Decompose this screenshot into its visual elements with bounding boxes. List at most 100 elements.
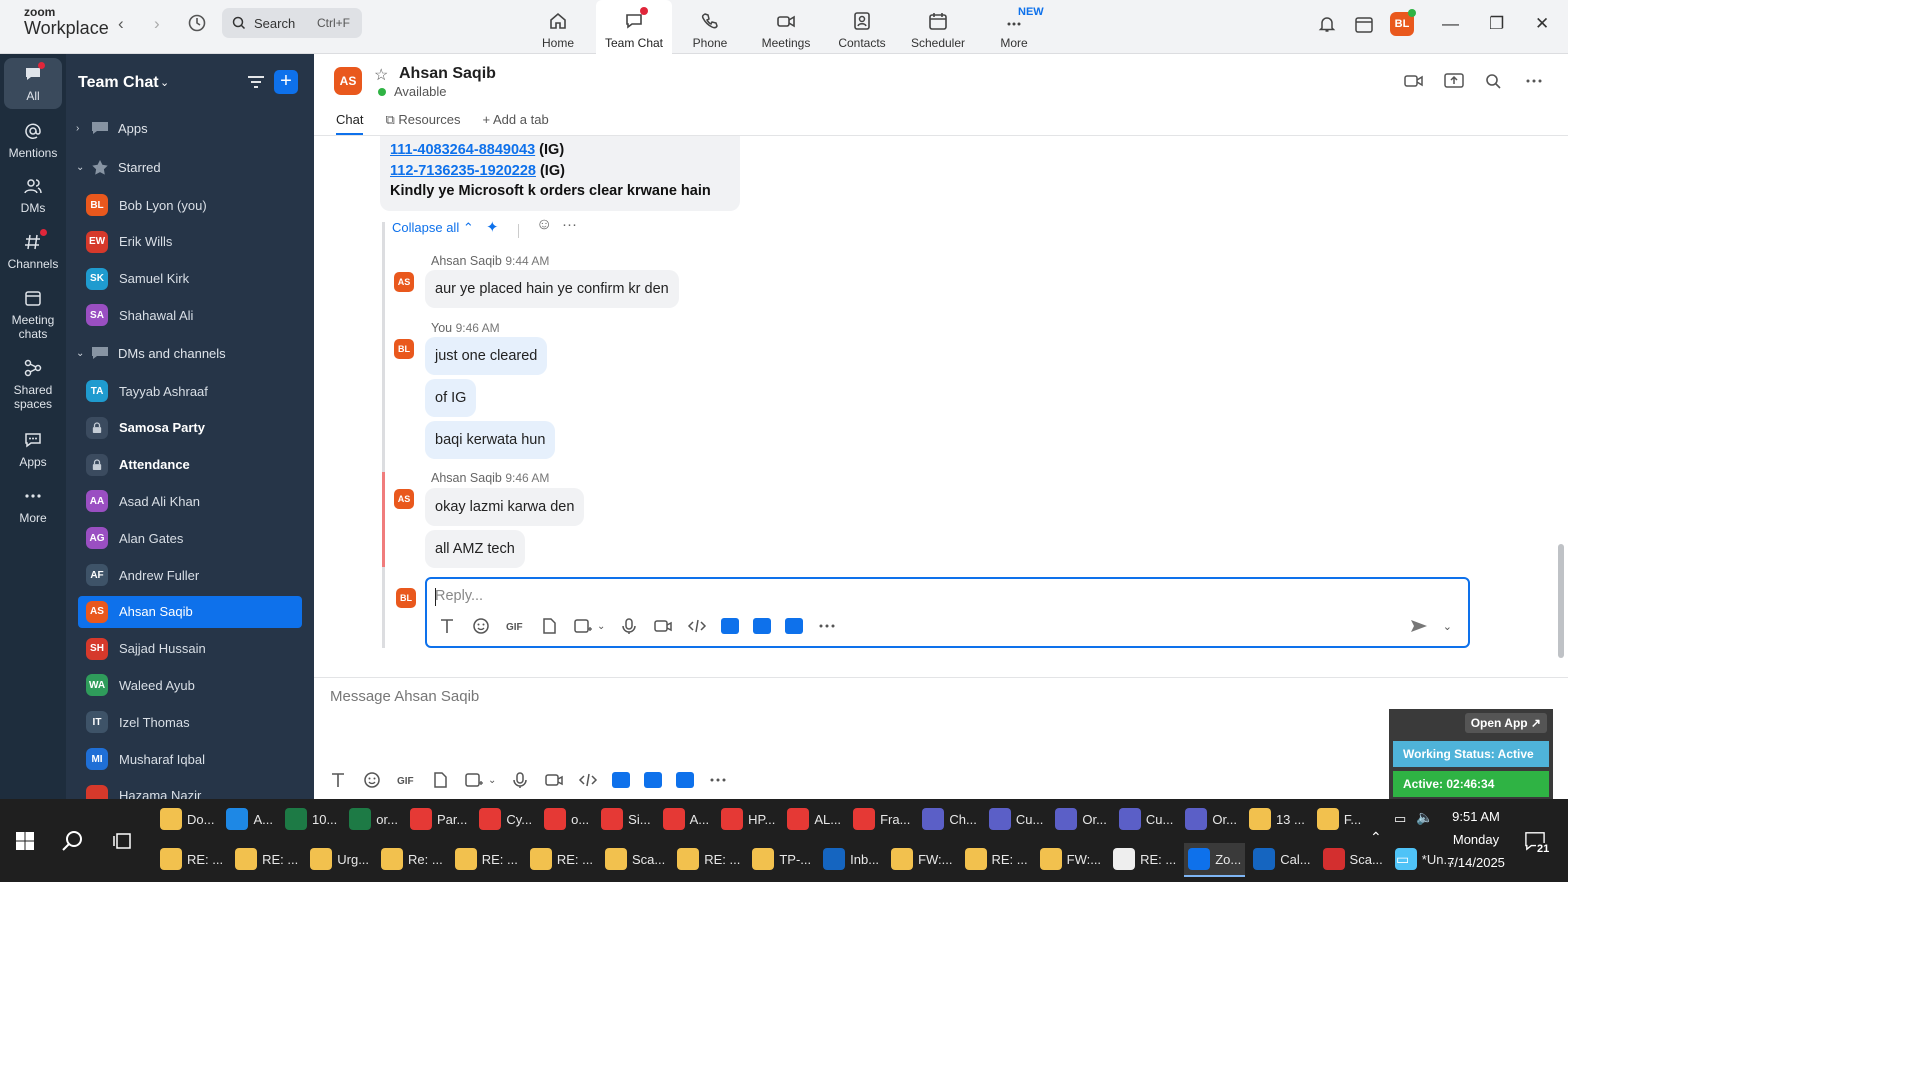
rail-item-all[interactable]: All xyxy=(4,58,62,109)
taskbar-app[interactable]: Zo... xyxy=(1184,843,1246,877)
battery-icon[interactable]: ▭ xyxy=(1394,811,1406,827)
taskbar-app[interactable]: TP-... xyxy=(748,843,815,877)
tab-chat[interactable]: Chat xyxy=(336,112,364,135)
taskbar-app[interactable]: RE: ... xyxy=(961,843,1032,877)
ai-sparkle-icon[interactable]: ✦ xyxy=(486,218,499,236)
tab-resources[interactable]: ⧉ Resources xyxy=(385,112,460,135)
sidebar-item[interactable]: SA Shahawal Ali xyxy=(78,299,302,331)
taskbar-app[interactable]: Cu... xyxy=(985,803,1047,837)
section-starred[interactable]: ⌄ Starred xyxy=(76,159,161,175)
network-icon[interactable]: ▭ xyxy=(1396,851,1409,868)
sidebar-item[interactable]: Attendance xyxy=(78,449,302,481)
contact-avatar[interactable]: AS xyxy=(334,67,362,95)
taskbar-app[interactable]: Ch... xyxy=(918,803,980,837)
order-link[interactable]: 112-7136235-1920228 xyxy=(390,163,536,179)
app-icon[interactable] xyxy=(785,618,804,634)
taskbar-app[interactable]: Do... xyxy=(156,803,218,837)
gif-icon[interactable]: GIF xyxy=(396,771,416,789)
open-app-button[interactable]: Open App ↗ xyxy=(1464,713,1547,733)
sidebar-item[interactable]: BL Bob Lyon (you) xyxy=(78,189,302,221)
notification-center[interactable]: 21 xyxy=(1524,831,1551,855)
taskbar-app[interactable]: Cy... xyxy=(475,803,536,837)
taskbar-app[interactable]: FW:... xyxy=(1036,843,1105,877)
more-dots-icon[interactable] xyxy=(708,771,728,789)
tab-add[interactable]: + Add a tab xyxy=(483,112,549,135)
taskbar-app[interactable]: o... xyxy=(540,803,593,837)
code-icon[interactable] xyxy=(578,771,598,789)
more-dots-icon[interactable] xyxy=(1524,72,1544,90)
taskbar-app[interactable]: AL... xyxy=(783,803,845,837)
sidebar-item[interactable]: AS Ahsan Saqib xyxy=(78,595,302,628)
taskbar-app[interactable]: RE: ... xyxy=(1109,843,1180,877)
sidebar-item[interactable]: EW Erik Wills xyxy=(78,226,302,258)
minimize-icon[interactable]: — xyxy=(1442,14,1459,34)
search-icon[interactable] xyxy=(61,829,85,853)
order-link[interactable]: 111-4083264-8849043 xyxy=(390,142,535,158)
tab-phone[interactable]: Phone xyxy=(672,0,748,54)
taskbar-app[interactable]: Cu... xyxy=(1115,803,1177,837)
sidebar-item[interactable]: IT Izel Thomas xyxy=(78,706,302,738)
app-icon[interactable] xyxy=(721,618,740,634)
taskbar-app[interactable]: RE: ... xyxy=(231,843,302,877)
taskbar-app[interactable]: Urg... xyxy=(306,843,373,877)
chevron-up-icon[interactable]: ⌃ xyxy=(1370,829,1382,846)
message-composer[interactable]: Message Ahsan Saqib GIF ⌄ xyxy=(314,677,1568,799)
tab-home[interactable]: Home xyxy=(520,0,596,54)
screenshot-icon[interactable] xyxy=(464,771,484,789)
taskbar-app[interactable]: RE: ... xyxy=(673,843,744,877)
add-reaction-icon[interactable]: ☺ xyxy=(536,216,552,234)
send-icon[interactable] xyxy=(1409,617,1429,635)
gif-icon[interactable]: GIF xyxy=(505,617,525,635)
sidebar-item[interactable]: Samosa Party xyxy=(78,412,302,444)
taskbar-app[interactable]: Par... xyxy=(406,803,471,837)
taskbar-app[interactable]: Fra... xyxy=(849,803,914,837)
taskbar-app[interactable]: RE: ... xyxy=(451,843,522,877)
message-bubble[interactable]: baqi kerwata hun xyxy=(425,421,556,459)
message-bubble[interactable]: okay lazmi karwa den xyxy=(425,488,585,526)
sender-avatar[interactable]: AS xyxy=(394,489,414,509)
app-icon[interactable] xyxy=(644,772,663,788)
section-dms-channels[interactable]: ⌄ DMs and channels xyxy=(76,345,226,361)
screenshot-icon[interactable] xyxy=(573,617,593,635)
taskbar-app[interactable]: A... xyxy=(659,803,714,837)
message-bubble[interactable]: of IG xyxy=(425,379,477,417)
working-status[interactable]: Working Status: Active xyxy=(1393,741,1549,767)
microphone-icon[interactable] xyxy=(510,771,530,789)
sidebar-item[interactable]: AG Alan Gates xyxy=(78,522,302,554)
taskbar-app[interactable]: HP... xyxy=(717,803,779,837)
sidebar-item[interactable]: TA Tayyab Ashraaf xyxy=(78,375,302,407)
taskbar-app[interactable]: FW:... xyxy=(887,843,956,877)
sidebar-item[interactable]: WA Waleed Ayub xyxy=(78,669,302,701)
chevron-down-icon[interactable]: ⌄ xyxy=(488,775,496,786)
emoji-icon[interactable] xyxy=(471,617,491,635)
windows-start-icon[interactable] xyxy=(15,831,35,851)
video-clip-icon[interactable] xyxy=(653,617,673,635)
sidebar-item[interactable]: SK Samuel Kirk xyxy=(78,263,302,295)
tab-more[interactable]: NEW More xyxy=(976,0,1052,54)
taskbar-app[interactable]: Sca... xyxy=(1319,843,1387,877)
task-view-icon[interactable] xyxy=(112,831,132,851)
more-dots-icon[interactable]: ··· xyxy=(562,216,577,233)
sidebar-item[interactable]: AF Andrew Fuller xyxy=(78,559,302,591)
chevron-down-icon[interactable]: ⌄ xyxy=(160,76,169,89)
forward-icon[interactable]: › xyxy=(154,14,160,34)
rail-item-channels[interactable]: Channels xyxy=(0,232,66,271)
star-icon[interactable]: ☆ xyxy=(374,65,388,85)
taskbar-app[interactable]: Cal... xyxy=(1249,843,1314,877)
history-icon[interactable] xyxy=(187,13,207,33)
scrollbar[interactable] xyxy=(1558,544,1564,658)
message-bubble[interactable]: aur ye placed hain ye confirm kr den xyxy=(425,270,679,308)
taskbar-app[interactable]: Or... xyxy=(1181,803,1241,837)
code-icon[interactable] xyxy=(687,617,707,635)
app-icon[interactable] xyxy=(676,772,695,788)
sender-avatar[interactable]: AS xyxy=(394,272,414,292)
taskbar-app[interactable]: RE: ... xyxy=(156,843,227,877)
taskbar-app[interactable]: Or... xyxy=(1051,803,1111,837)
contact-name[interactable]: Ahsan Saqib xyxy=(399,65,496,83)
calendar-icon[interactable] xyxy=(1354,14,1374,34)
search-bar[interactable]: Search Ctrl+F xyxy=(222,8,362,38)
back-icon[interactable]: ‹ xyxy=(118,14,124,34)
close-icon[interactable]: ✕ xyxy=(1535,14,1549,34)
taskbar-app[interactable]: Si... xyxy=(597,803,654,837)
sidebar-item[interactable]: SH Sajjad Hussain xyxy=(78,633,302,665)
